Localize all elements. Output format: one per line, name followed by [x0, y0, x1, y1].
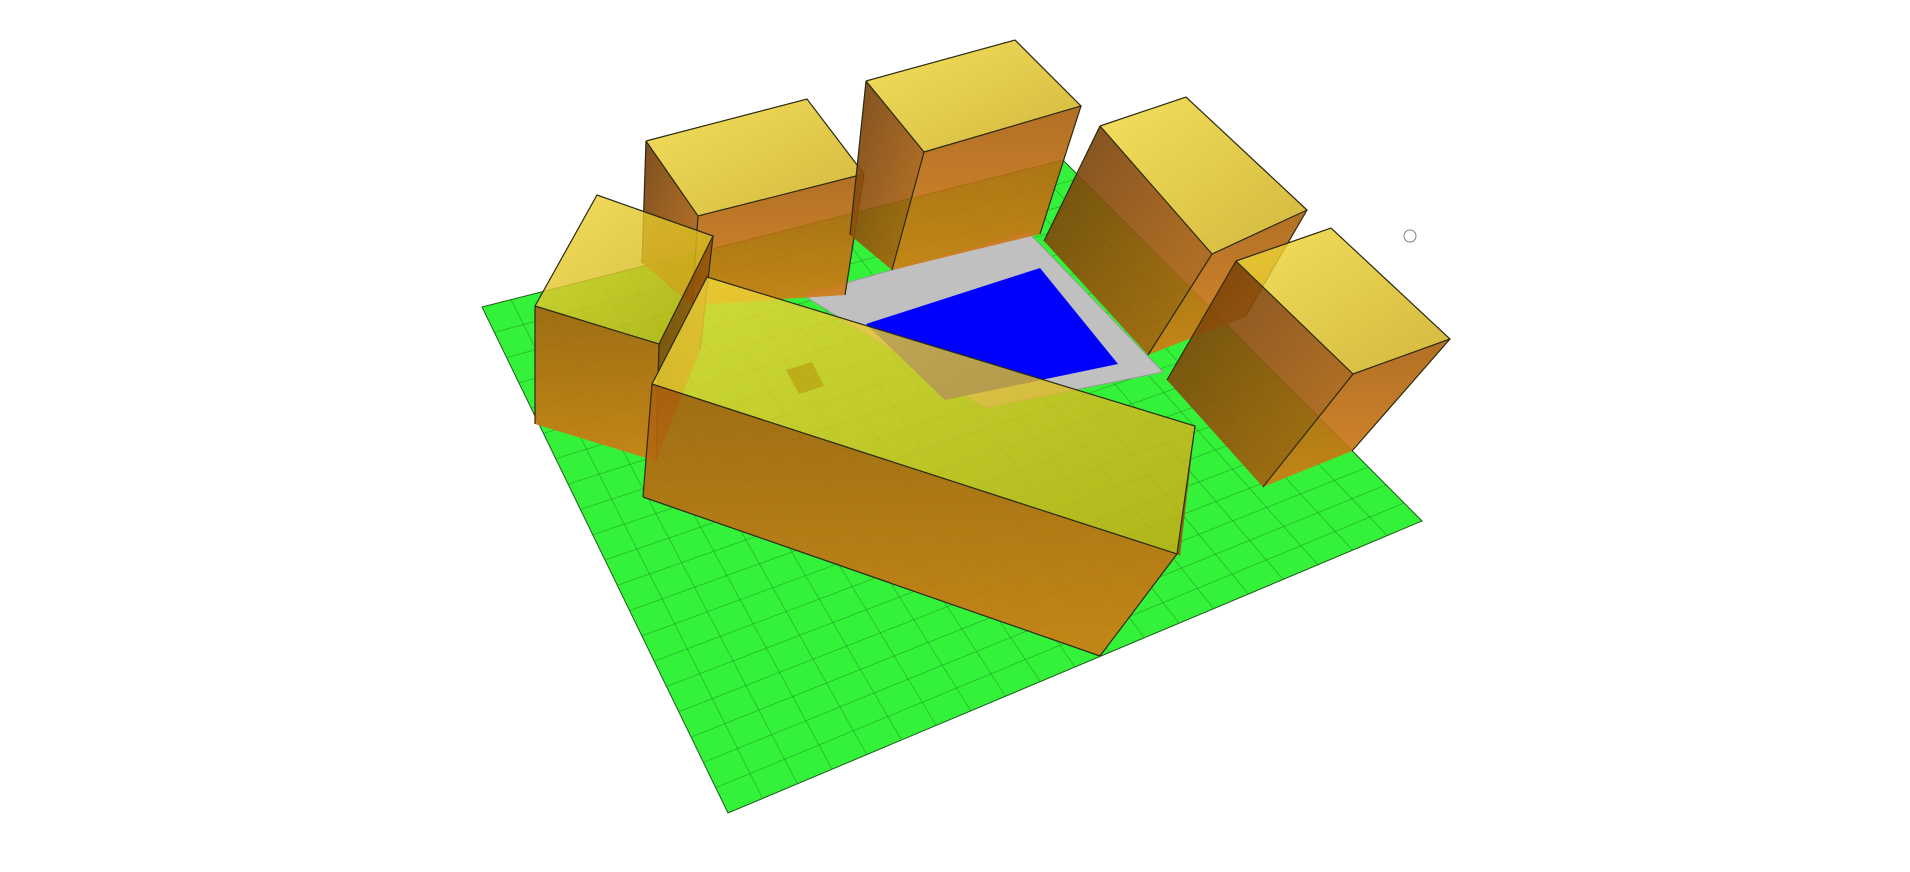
3d-viewport[interactable] [0, 0, 1910, 872]
scene-canvas[interactable] [0, 0, 1910, 872]
orbit-pivot-marker[interactable] [1403, 229, 1417, 243]
